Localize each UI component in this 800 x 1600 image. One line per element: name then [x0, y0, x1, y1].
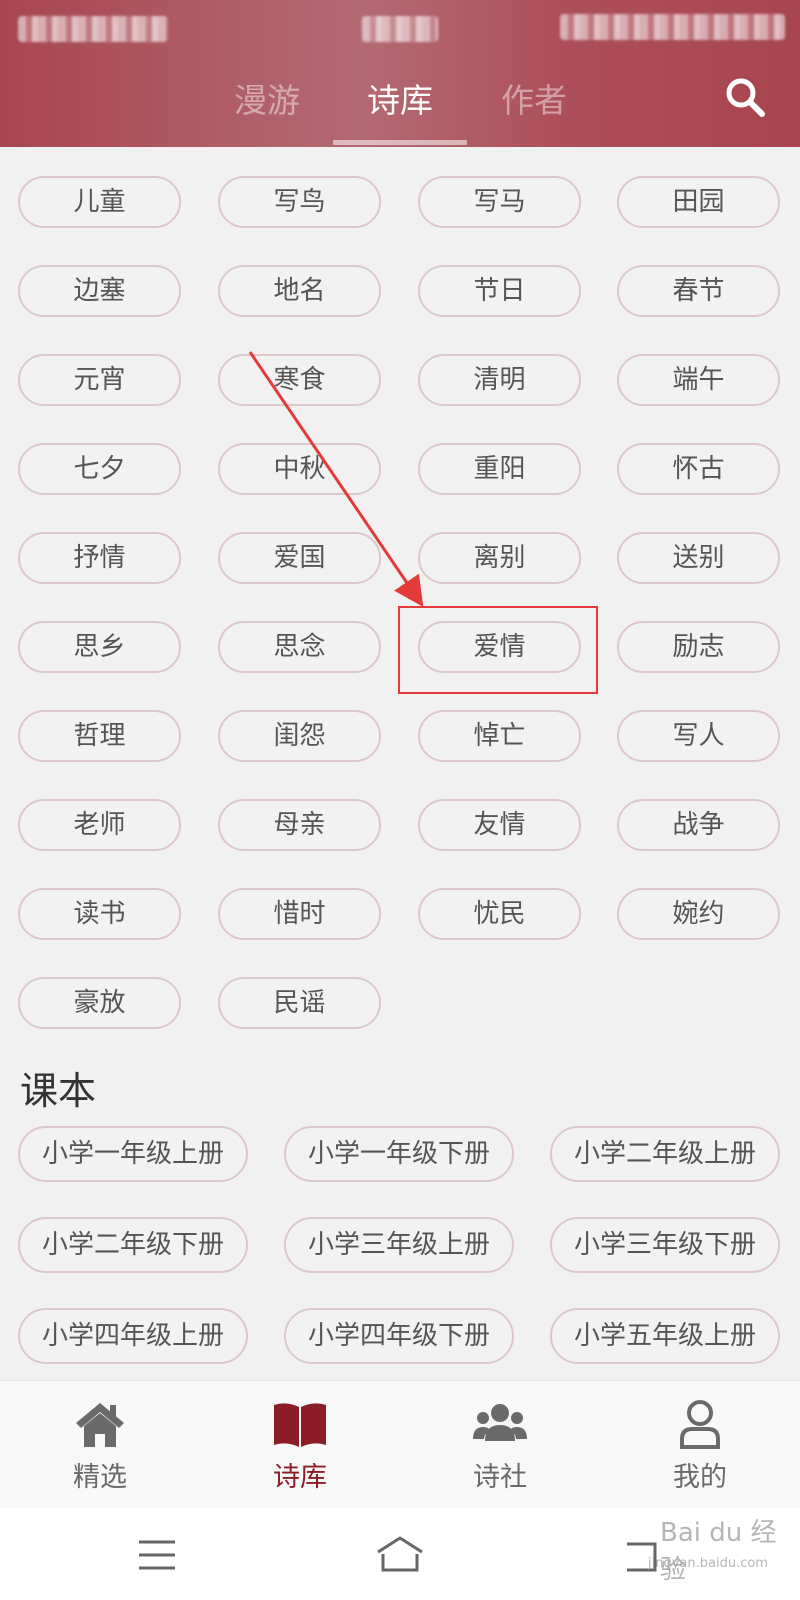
category-pill[interactable]: 闺怨 [218, 710, 381, 762]
category-pill[interactable]: 思乡 [18, 621, 181, 673]
tab-roam[interactable]: 漫游 [200, 76, 334, 136]
category-pill[interactable]: 爱国 [218, 532, 381, 584]
app-header: 漫游 诗库 作者 [0, 0, 800, 147]
home-outline-icon [377, 1536, 423, 1572]
textbook-pill[interactable]: 小学五年级上册 [550, 1308, 780, 1364]
category-pill[interactable]: 七夕 [18, 443, 181, 495]
category-pill[interactable]: 抒情 [18, 532, 181, 584]
category-pill[interactable]: 儿童 [18, 176, 181, 228]
category-pill[interactable]: 励志 [617, 621, 780, 673]
category-pill[interactable]: 写鸟 [218, 176, 381, 228]
category-pill[interactable]: 思念 [218, 621, 381, 673]
textbook-pill[interactable]: 小学一年级下册 [284, 1126, 514, 1182]
system-menu-button[interactable] [127, 1530, 187, 1580]
category-pill[interactable]: 重阳 [418, 443, 581, 495]
status-bar-left-blurred [18, 16, 168, 42]
group-icon [473, 1404, 527, 1441]
status-bar-right-blurred [560, 14, 785, 40]
home-icon [76, 1403, 124, 1447]
textbook-pill[interactable]: 小学三年级上册 [284, 1217, 514, 1273]
search-button[interactable] [720, 72, 770, 122]
menu-icon [139, 1540, 175, 1570]
category-pill[interactable]: 写马 [418, 176, 581, 228]
category-pill[interactable]: 惜时 [218, 888, 381, 940]
category-pill[interactable]: 写人 [617, 710, 780, 762]
nav-item-featured[interactable]: 精选 [0, 1381, 200, 1509]
category-pill[interactable]: 中秋 [218, 443, 381, 495]
category-pill[interactable]: 哲理 [18, 710, 181, 762]
textbook-section-title: 课本 [20, 1069, 97, 1113]
category-pill[interactable]: 春节 [617, 265, 780, 317]
textbook-pill[interactable]: 小学一年级上册 [18, 1126, 248, 1182]
system-back-button[interactable] [615, 1530, 675, 1580]
search-icon [726, 78, 765, 117]
category-pill[interactable]: 清明 [418, 354, 581, 406]
category-pill[interactable]: 民谣 [218, 977, 381, 1029]
bottom-nav: 精选 诗库 诗社 我的 [0, 1380, 800, 1508]
textbook-pill[interactable]: 小学二年级下册 [18, 1217, 248, 1273]
back-icon [627, 1542, 657, 1572]
category-pill[interactable]: 寒食 [218, 354, 381, 406]
nav-label-community: 诗社 [473, 1462, 527, 1493]
category-pill-love[interactable]: 爱情 [418, 621, 581, 673]
category-pill[interactable]: 边塞 [18, 265, 181, 317]
category-pill[interactable]: 端午 [617, 354, 780, 406]
category-pill[interactable]: 田园 [617, 176, 780, 228]
status-bar-center-blurred [362, 16, 438, 42]
tab-library[interactable]: 诗库 [333, 76, 467, 136]
user-icon [680, 1400, 720, 1449]
nav-item-mine[interactable]: 我的 [600, 1381, 800, 1509]
nav-item-community[interactable]: 诗社 [400, 1381, 600, 1509]
category-pill[interactable]: 怀古 [617, 443, 780, 495]
category-pill[interactable]: 战争 [617, 799, 780, 851]
top-tabs: 漫游 诗库 作者 [0, 72, 800, 147]
nav-label-featured: 精选 [73, 1462, 127, 1493]
tab-author[interactable]: 作者 [467, 76, 601, 136]
textbook-pill[interactable]: 小学四年级下册 [284, 1308, 514, 1364]
textbook-pill[interactable]: 小学三年级下册 [550, 1217, 780, 1273]
status-bar [0, 0, 800, 56]
nav-item-library[interactable]: 诗库 [200, 1381, 400, 1509]
category-pill[interactable]: 母亲 [218, 799, 381, 851]
category-pill[interactable]: 友情 [418, 799, 581, 851]
category-pill[interactable]: 节日 [418, 265, 581, 317]
category-pill[interactable]: 元宵 [18, 354, 181, 406]
nav-label-library: 诗库 [273, 1462, 327, 1493]
category-pill[interactable]: 老师 [18, 799, 181, 851]
system-nav-bar [0, 1508, 800, 1600]
category-pill[interactable]: 送别 [617, 532, 780, 584]
category-pill[interactable]: 地名 [218, 265, 381, 317]
category-pill[interactable]: 忧民 [418, 888, 581, 940]
system-home-button[interactable] [370, 1530, 430, 1580]
category-pill[interactable]: 豪放 [18, 977, 181, 1029]
category-pill[interactable]: 离别 [418, 532, 581, 584]
textbook-pill[interactable]: 小学四年级上册 [18, 1308, 248, 1364]
active-tab-indicator [333, 140, 467, 145]
book-icon [274, 1403, 326, 1447]
category-pill[interactable]: 读书 [18, 888, 181, 940]
nav-label-mine: 我的 [673, 1462, 727, 1493]
textbook-pill[interactable]: 小学二年级上册 [550, 1126, 780, 1182]
category-pill[interactable]: 悼亡 [418, 710, 581, 762]
category-pill[interactable]: 婉约 [617, 888, 780, 940]
